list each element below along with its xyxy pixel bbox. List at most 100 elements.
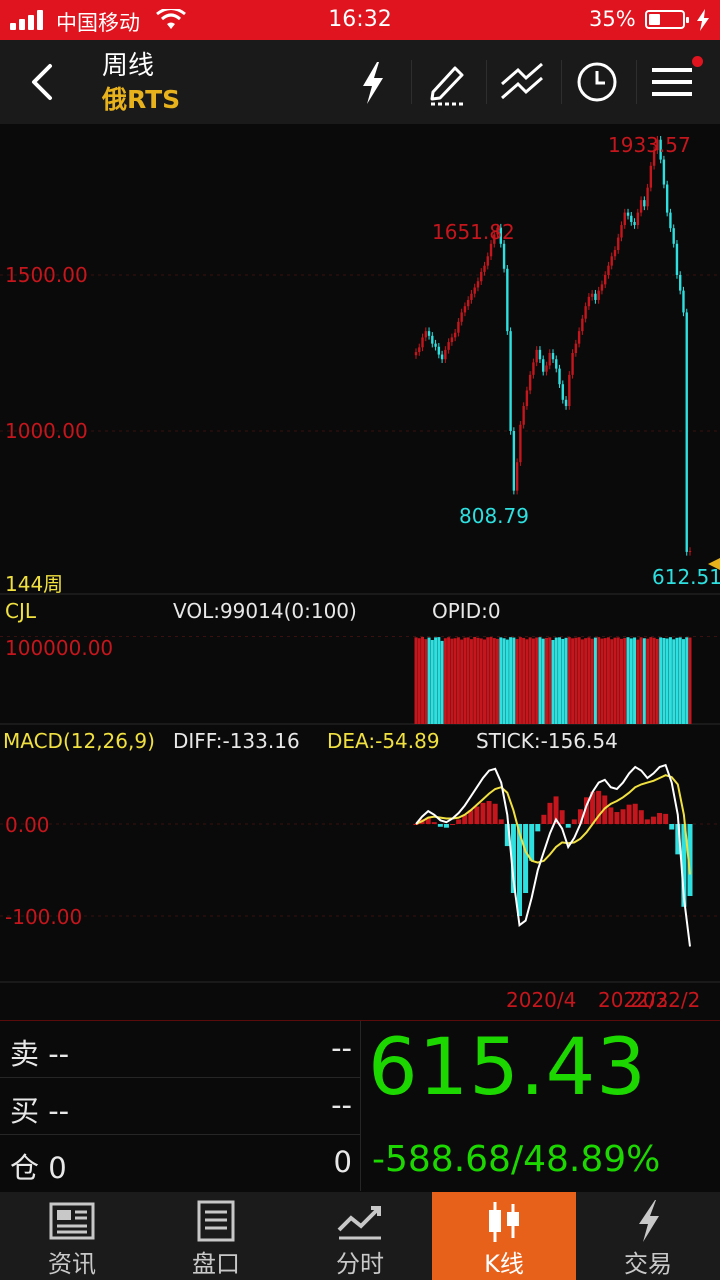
- volume-bar: [554, 637, 558, 724]
- volume-bar: [571, 638, 575, 724]
- trend-lines-icon[interactable]: [494, 54, 550, 110]
- date-tick-2020-4: 2020/4: [506, 988, 577, 1012]
- charging-icon: [697, 9, 709, 31]
- candle-body: [597, 290, 600, 300]
- volume-bar: [505, 639, 509, 724]
- candle-body: [594, 293, 597, 300]
- candle-body: [675, 243, 679, 275]
- volume-bar: [652, 637, 656, 724]
- volume-bar: [587, 637, 591, 724]
- lightning-icon[interactable]: [345, 54, 401, 110]
- opid-info: OPID:0: [432, 599, 501, 623]
- volume-bar: [424, 639, 428, 724]
- tab-trade-label: 交易: [624, 1250, 672, 1278]
- chart-svg: [0, 135, 720, 983]
- volume-bar: [492, 638, 496, 724]
- candle-body: [669, 212, 672, 229]
- volume-bar: [606, 637, 610, 724]
- bottom-tab-bar: 资讯 盘口 分时 K线 交易: [0, 1192, 720, 1280]
- tab-trade[interactable]: 交易: [576, 1192, 720, 1280]
- cjl-label: CJL: [5, 599, 37, 623]
- volume-bar: [430, 640, 434, 724]
- volume-bar: [551, 640, 555, 724]
- candle-body: [444, 349, 447, 360]
- volume-bar: [541, 638, 545, 724]
- macd-stick-bar: [626, 804, 632, 824]
- buy-row: 买 -- --: [0, 1078, 360, 1135]
- candle-body: [460, 312, 463, 322]
- pen-icon[interactable]: [419, 54, 475, 110]
- candle-body: [574, 343, 578, 353]
- volume-bar: [509, 637, 513, 724]
- volume-bar: [610, 639, 614, 724]
- candle-body: [431, 335, 434, 344]
- macd-label: MACD(12,26,9): [3, 729, 155, 753]
- candle-body: [434, 343, 437, 347]
- tab-news[interactable]: 资讯: [0, 1192, 144, 1280]
- position-row: 仓 0 0: [0, 1135, 360, 1191]
- volume-bar: [593, 637, 597, 724]
- candle-body: [519, 424, 522, 463]
- candle-body: [453, 332, 457, 338]
- candle-body: [466, 299, 470, 307]
- volume-bar: [548, 637, 552, 724]
- macd-stick-bar: [559, 810, 565, 824]
- macd-stick-bar: [529, 824, 535, 861]
- tab-kline[interactable]: K线: [432, 1192, 576, 1280]
- candle-body: [538, 349, 542, 360]
- candle-body: [502, 243, 506, 269]
- candle-body: [450, 337, 454, 343]
- local-low-annotation: 808.79: [459, 504, 529, 528]
- volume-bar: [538, 637, 542, 724]
- macd-stick-bar: [632, 803, 638, 824]
- candle-body: [649, 165, 653, 188]
- clock-icon[interactable]: [569, 54, 625, 110]
- volume-bar: [620, 638, 623, 724]
- volume-bar: [662, 637, 666, 724]
- volume-bar: [567, 637, 571, 724]
- macd-stick-bar: [614, 812, 620, 824]
- volume-bar: [479, 638, 483, 724]
- volume-bar: [447, 637, 451, 724]
- volume-bar: [584, 638, 588, 724]
- volume-bar: [502, 638, 506, 724]
- volume-bar: [443, 638, 447, 724]
- candle-body: [665, 184, 669, 213]
- candle-body: [509, 331, 512, 431]
- volume-bar: [633, 637, 637, 724]
- volume-bar: [544, 637, 548, 724]
- volume-bar: [646, 638, 650, 724]
- candle-body: [610, 256, 613, 266]
- candle-body: [613, 250, 617, 257]
- tab-intraday[interactable]: 分时: [288, 1192, 432, 1280]
- candle-body: [457, 321, 460, 333]
- candle-body: [662, 159, 666, 185]
- candle-body: [512, 431, 516, 491]
- volume-bar: [655, 638, 659, 724]
- period-count: 144周: [5, 572, 64, 596]
- macd-tick-0: 0.00: [5, 813, 50, 837]
- navigation-header: 周线 俄RTS: [0, 40, 720, 124]
- macd-stick-bar: [498, 819, 504, 824]
- volume-tick: 100000.00: [5, 636, 114, 660]
- volume-bar: [531, 638, 535, 724]
- volume-bar: [600, 638, 604, 724]
- diff-value: DIFF:-133.16: [173, 729, 300, 753]
- back-icon[interactable]: [22, 60, 62, 104]
- candle-body: [480, 271, 483, 282]
- tab-order-book-label: 盘口: [192, 1250, 240, 1278]
- candle-body: [555, 359, 558, 369]
- volume-bar: [476, 637, 480, 724]
- chart-area[interactable]: 1500.00 1000.00 1933.57 1651.82 808.79 6…: [0, 124, 720, 1012]
- candle-body: [424, 331, 427, 338]
- candle-body: [548, 353, 551, 366]
- candle-body: [577, 331, 581, 344]
- candle-body: [584, 306, 587, 319]
- candle-body: [470, 293, 473, 300]
- macd-stick-bar: [620, 809, 626, 824]
- tab-kline-label: K线: [484, 1250, 524, 1278]
- candle-body: [639, 200, 643, 213]
- tab-order-book[interactable]: 盘口: [144, 1192, 288, 1280]
- volume-bar: [678, 637, 682, 724]
- intraday-chart-icon: [337, 1206, 381, 1240]
